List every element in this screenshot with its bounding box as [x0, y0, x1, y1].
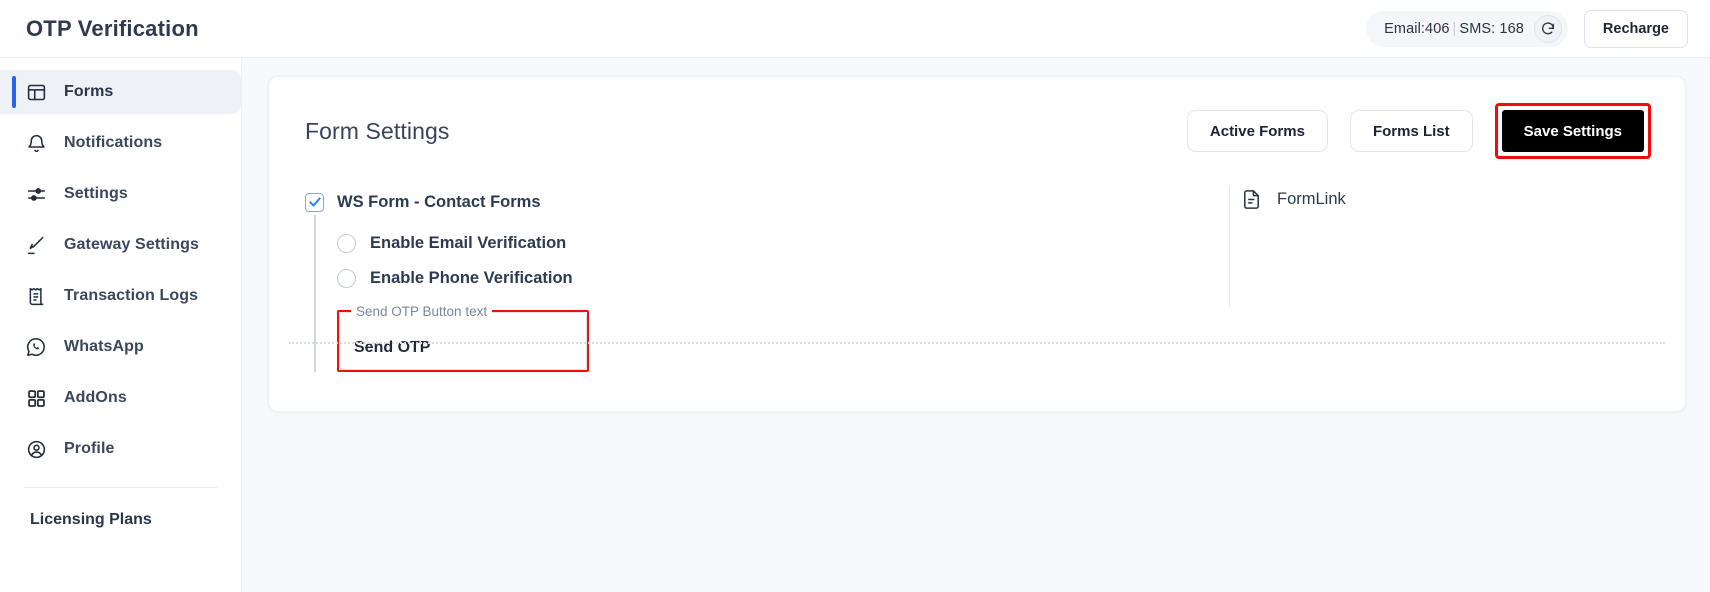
active-forms-button[interactable]: Active Forms: [1186, 110, 1328, 152]
recharge-button[interactable]: Recharge: [1583, 9, 1688, 48]
option-label: Enable Phone Verification: [370, 269, 573, 287]
save-settings-highlight: Save Settings: [1494, 103, 1651, 159]
bell-icon: [24, 131, 48, 155]
forms-list-button[interactable]: Forms List: [1349, 110, 1473, 152]
form-options-tree: Enable Email Verification Enable Phone V…: [314, 215, 1229, 372]
document-icon: [1239, 187, 1263, 211]
sidebar-item-label: Forms: [64, 83, 114, 100]
sidebar-item-label: Transaction Logs: [64, 287, 199, 304]
refresh-icon[interactable]: [1533, 14, 1562, 43]
send-otp-field-legend: Send OTP Button text: [351, 304, 493, 319]
sidebar-item-label: Profile: [64, 440, 115, 457]
checkbox-ws-form-contact-forms[interactable]: [305, 192, 324, 212]
sidebar-item-label: Notifications: [64, 134, 163, 151]
form-column: WS Form - Contact Forms Enable Email Ver…: [269, 189, 1229, 372]
sidebar-item-notifications[interactable]: Notifications: [0, 121, 241, 165]
send-otp-button-text-field[interactable]: Send OTP Button text Send OTP: [339, 304, 587, 370]
send-otp-field-highlight: Send OTP Button text Send OTP: [337, 304, 589, 372]
option-row-phone-verification[interactable]: Enable Phone Verification: [337, 261, 1229, 296]
sidebar-item-whatsapp[interactable]: WhatsApp: [0, 325, 241, 369]
option-row-email-verification[interactable]: Enable Email Verification: [337, 226, 1229, 261]
sidebar-item-label: WhatsApp: [64, 338, 144, 355]
receipt-icon: [24, 284, 48, 308]
card-body: WS Form - Contact Forms Enable Email Ver…: [269, 159, 1685, 372]
sidebar-item-label: Gateway Settings: [64, 236, 199, 253]
credits-text: Email:406 | SMS: 168: [1384, 21, 1524, 37]
credits-pill: Email:406 | SMS: 168: [1366, 10, 1568, 47]
form-settings-card: Form Settings Active Forms Forms List Sa…: [268, 76, 1686, 412]
sidebar-item-settings[interactable]: Settings: [0, 172, 241, 216]
whatsapp-icon: [24, 335, 48, 359]
user-circle-icon: [24, 437, 48, 461]
app-root: OTP Verification Email:406 | SMS: 168 Rech…: [0, 0, 1710, 592]
sidebar-item-label: Settings: [64, 185, 128, 202]
email-credits: Email:406: [1384, 20, 1450, 37]
checkbox-label: WS Form - Contact Forms: [337, 192, 541, 211]
brush-icon: [24, 233, 48, 257]
top-bar-right: Email:406 | SMS: 168 Recharge: [1366, 9, 1688, 48]
layout-forms-icon: [24, 80, 48, 104]
card-title: Form Settings: [305, 117, 450, 144]
grid-squares-icon: [24, 386, 48, 410]
form-link-label: FormLink: [1277, 189, 1346, 208]
sidebar-item-licensing-plans[interactable]: Licensing Plans: [0, 502, 241, 538]
radio-enable-phone-verification[interactable]: [337, 269, 356, 288]
form-parent-checkbox-row[interactable]: WS Form - Contact Forms: [305, 189, 1229, 215]
card-dotted-divider: [289, 342, 1665, 344]
sidebar-item-addons[interactable]: AddOns: [0, 376, 241, 420]
card-actions: Active Forms Forms List Save Settings: [1186, 103, 1651, 159]
sidebar-item-profile[interactable]: Profile: [0, 427, 241, 471]
top-bar: OTP Verification Email:406 | SMS: 168 Rech…: [0, 0, 1710, 58]
save-settings-button[interactable]: Save Settings: [1501, 110, 1644, 152]
sidebar-item-forms[interactable]: Forms: [0, 70, 241, 114]
sidebar-divider: [24, 487, 217, 488]
card-header: Form Settings Active Forms Forms List Sa…: [269, 77, 1685, 159]
sidebar-item-label: AddOns: [64, 389, 127, 406]
option-label: Enable Email Verification: [370, 234, 567, 252]
sms-credits: SMS: 168: [1459, 20, 1524, 37]
vertical-divider: [1229, 187, 1230, 307]
credits-separator: |: [1452, 20, 1457, 37]
sidebar-item-transaction-logs[interactable]: Transaction Logs: [0, 274, 241, 318]
page-title: OTP Verification: [26, 15, 199, 41]
radio-enable-email-verification[interactable]: [337, 234, 356, 253]
sidebar: Forms Notifications Settings Gateway Set…: [0, 58, 242, 592]
sidebar-item-gateway-settings[interactable]: Gateway Settings: [0, 223, 241, 267]
sliders-icon: [24, 182, 48, 206]
form-link-row[interactable]: FormLink: [1239, 187, 1346, 211]
